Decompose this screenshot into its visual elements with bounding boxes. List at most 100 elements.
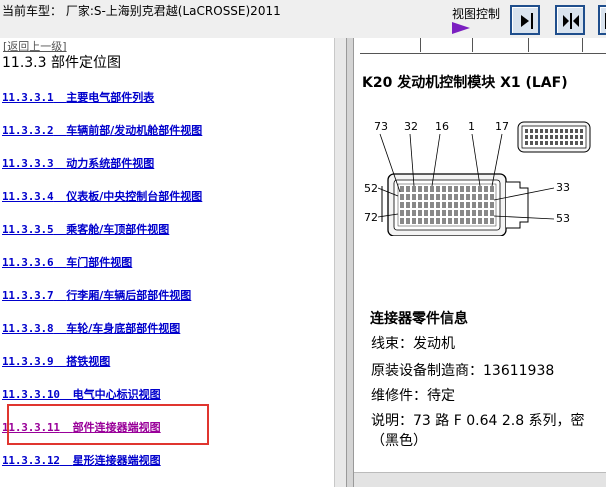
- toc-item-title: 星形连接器端视图: [72, 454, 161, 467]
- pin-cavity: [442, 194, 446, 200]
- toc-item-electrical-center[interactable]: 11.3.3.10 电气中心标识视图: [2, 386, 161, 402]
- mini-pin: [540, 129, 543, 133]
- mini-pin: [565, 135, 568, 139]
- mini-pin: [575, 135, 578, 139]
- pin-cavity: [436, 210, 440, 216]
- toc-item-trunk-rear[interactable]: 11.3.3.7 行李厢/车辆后部部件视图: [2, 287, 191, 303]
- toc-item-wheels-underbody[interactable]: 11.3.3.8 车轮/车身底部部件视图: [2, 320, 180, 336]
- mini-pin: [565, 141, 568, 145]
- toc-item-number: 11.3.3.4: [2, 190, 54, 203]
- current-vehicle-label: 当前车型： 厂家:S-上海别克君越(LaCROSSE)2011: [2, 4, 281, 18]
- toc-item-main-parts-list[interactable]: 11.3.3.1 主要电气部件列表: [2, 89, 154, 105]
- pin-cavity: [472, 186, 476, 192]
- pin-cavity: [466, 210, 470, 216]
- pin-cavity: [472, 210, 476, 216]
- toc-item-number: 11.3.3.8: [2, 322, 54, 335]
- pin-cavity: [412, 202, 416, 208]
- pin-cavity: [490, 186, 494, 192]
- mini-pin: [575, 141, 578, 145]
- pin-cavity: [436, 186, 440, 192]
- connector-diagram: 73 32 16 1 17 52 72 33 53: [364, 120, 591, 236]
- toc-item-instrument-panel[interactable]: 11.3.3.4 仪表板/中央控制台部件视图: [2, 188, 202, 204]
- pin-cavity: [490, 218, 494, 224]
- view-control-arrow-icon: [452, 22, 470, 34]
- mini-pin: [555, 135, 558, 139]
- pin-cavity: [406, 202, 410, 208]
- pin-cavity: [400, 218, 404, 224]
- mini-pin: [525, 135, 528, 139]
- pin-cavity: [472, 218, 476, 224]
- description-info-cont: （黑色）: [371, 433, 427, 449]
- previous-content-edge: [360, 38, 606, 54]
- pin-cavity: [466, 194, 470, 200]
- pin-cavity: [412, 218, 416, 224]
- toc-item-number: 11.3.3.9: [2, 355, 54, 368]
- pin-cavity: [478, 210, 482, 216]
- top-toolbar: 当前车型： 厂家:S-上海别克君越(LaCROSSE)2011 视图控制: [0, 0, 606, 38]
- pin-cavity: [424, 186, 428, 192]
- pin-cavity: [466, 218, 470, 224]
- expand-right-pane-button[interactable]: [510, 5, 540, 35]
- pin-cavity: [400, 210, 404, 216]
- toc-item-number: 11.3.3.10: [2, 388, 60, 401]
- pin-cavity: [460, 218, 464, 224]
- toc-item-number: 11.3.3.3: [2, 157, 54, 170]
- pin-cavity: [430, 186, 434, 192]
- arrow-right-bar-icon: [521, 13, 533, 29]
- content-pane: K20 发动机控制模块 X1 (LAF) 73 32 16 1 17 52 72…: [354, 38, 606, 487]
- mini-pin: [535, 135, 538, 139]
- pin-cavity: [460, 202, 464, 208]
- mini-pin: [540, 141, 543, 145]
- right-pane-bottom-scrollbar[interactable]: [354, 472, 606, 487]
- mini-pin: [570, 135, 573, 139]
- toc-item-front-engine-bay[interactable]: 11.3.3.2 车辆前部/发动机舱部件视图: [2, 122, 202, 138]
- pin-cavity: [430, 210, 434, 216]
- pin-cavity: [406, 194, 410, 200]
- pin-cavity: [442, 210, 446, 216]
- toc-item-ground-view[interactable]: 11.3.3.9 搭铁视图: [2, 353, 110, 369]
- toc-item-passenger-roof[interactable]: 11.3.3.5 乘客舱/车顶部件视图: [2, 221, 169, 237]
- pin-cavity: [478, 186, 482, 192]
- left-pane-scrollbar[interactable]: [334, 38, 346, 487]
- toc-item-number: 11.3.3.1: [2, 91, 54, 104]
- toc-item-number: 11.3.3.5: [2, 223, 54, 236]
- pin-cavity: [418, 194, 422, 200]
- mini-pin: [530, 129, 533, 133]
- mini-pin: [535, 129, 538, 133]
- toc-item-powertrain[interactable]: 11.3.3.3 动力系统部件视图: [2, 155, 154, 171]
- mini-pin: [525, 141, 528, 145]
- toc-item-title: 车辆前部/发动机舱部件视图: [66, 124, 203, 137]
- pin-cavity: [448, 194, 452, 200]
- pin-cavity: [430, 202, 434, 208]
- pin-cavity: [490, 202, 494, 208]
- pin-cavity: [418, 202, 422, 208]
- toc-pane: [返回上一级] 11.3.3 部件定位图 11.3.3.1 主要电气部件列表 1…: [0, 38, 346, 487]
- mini-pin: [580, 135, 583, 139]
- view-control-label: 视图控制: [452, 7, 501, 21]
- mini-pin: [580, 129, 583, 133]
- pin-cavity: [412, 194, 416, 200]
- pin-cavity: [484, 194, 488, 200]
- mini-pin: [535, 141, 538, 145]
- pane-splitter[interactable]: [346, 38, 354, 487]
- toc-item-doors[interactable]: 11.3.3.6 车门部件视图: [2, 254, 132, 270]
- pin-cavity: [478, 218, 482, 224]
- pin-cavity: [460, 186, 464, 192]
- mini-pin: [565, 129, 568, 133]
- pin-cavity: [442, 218, 446, 224]
- pin-label: 32: [404, 120, 418, 133]
- pin-label: 52: [364, 182, 378, 195]
- pin-cavity: [406, 186, 410, 192]
- pin-cavity: [424, 218, 428, 224]
- pin-cavity: [454, 186, 458, 192]
- toc-item-title: 动力系统部件视图: [66, 157, 155, 170]
- pin-cavity: [442, 202, 446, 208]
- toc-item-title: 乘客舱/车顶部件视图: [66, 223, 170, 236]
- pin-cavity: [418, 186, 422, 192]
- pin-cavity: [466, 202, 470, 208]
- pin-cavity: [454, 194, 458, 200]
- expand-left-pane-button[interactable]: [598, 5, 606, 35]
- toc-item-star-connector[interactable]: 11.3.3.12 星形连接器端视图: [2, 452, 161, 468]
- selection-highlight-box: [7, 404, 209, 445]
- split-view-button[interactable]: [555, 5, 585, 35]
